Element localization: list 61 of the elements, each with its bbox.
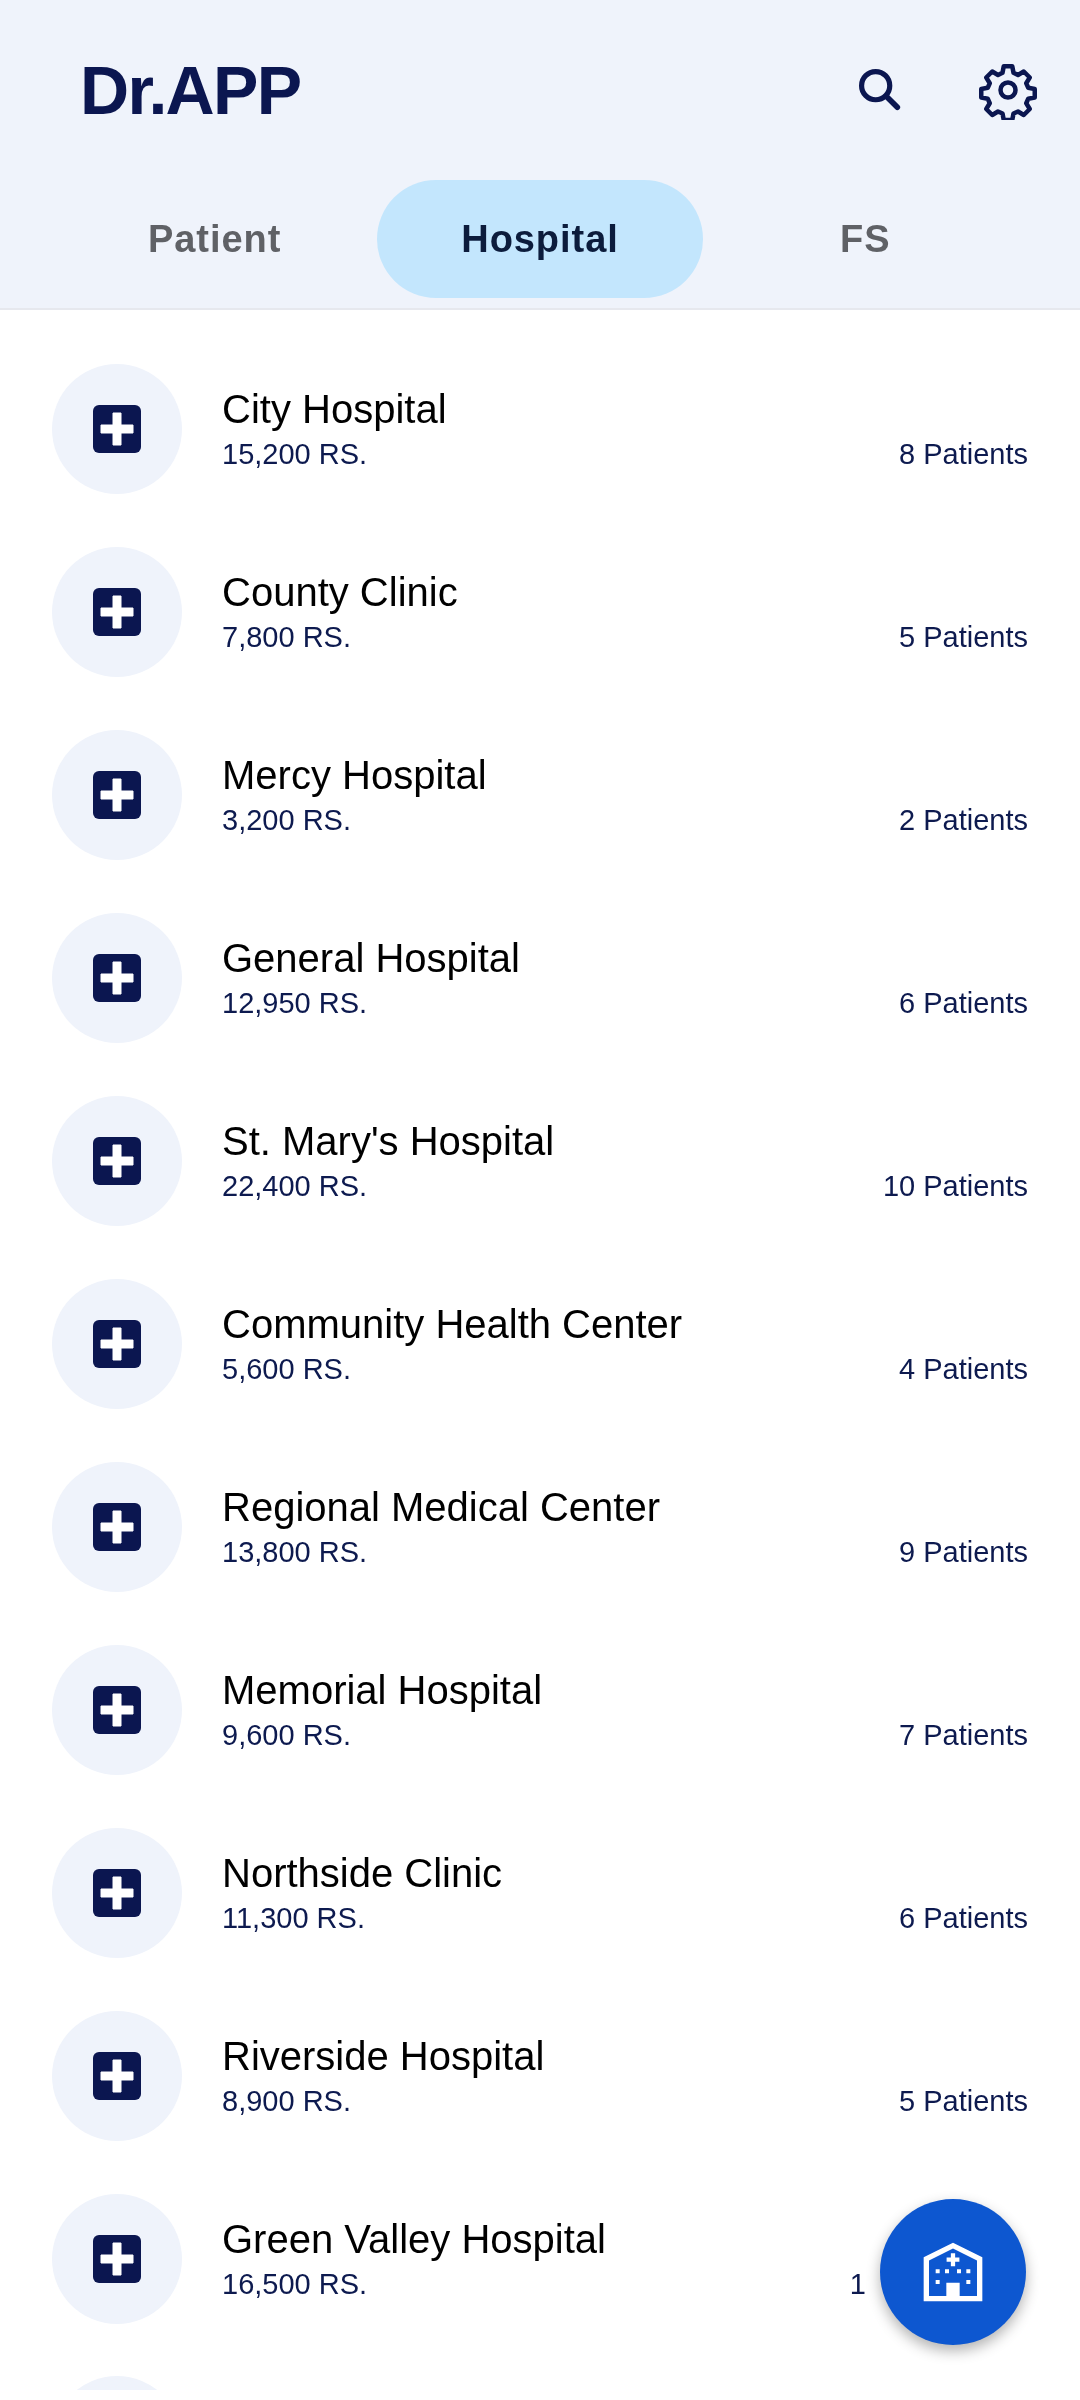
medical-cross-icon [93,1868,141,1917]
amount-text: 13,800 RS. [222,1534,368,1570]
add-hospital-button[interactable] [880,2199,1026,2345]
amount-text: 3,200 RS. [222,802,351,838]
hospital-name: Community Health Center [222,1300,684,1348]
medical-cross-icon [93,770,141,819]
medical-cross-icon [93,1136,141,1185]
tab[interactable]: Patient [52,180,378,298]
hospital-row[interactable]: Northside Clinic 11,300 RS. 6 Patients [0,1801,1080,1984]
tab[interactable]: Hospital [377,180,703,298]
patient-count: 6 Patients [899,985,1028,1021]
amount-text: 7,800 RS. [222,619,351,655]
hospital-row[interactable]: St. Mary's Hospital 22,400 RS. 10 Patients [0,1069,1080,1252]
hospital-row[interactable]: Community Health Center 5,600 RS. 4 Patients [0,1252,1080,1435]
amount-text: 5,600 RS. [222,1351,351,1387]
patient-count: 4 Patients [899,1351,1028,1387]
patient-count: 8 Patients [899,436,1028,472]
hospital-row[interactable]: City Hospital 15,200 RS. 8 Patients [0,337,1080,520]
patient-count: 6 Patients [899,1900,1028,1936]
medical-cross-icon [93,587,141,636]
hospital-row[interactable]: County Clinic 7,800 RS. 5 Patients [0,520,1080,703]
amount-text: 16,500 RS. [222,2266,368,2302]
amount-text: 8,900 RS. [222,2083,351,2119]
hospital-row[interactable]: Riverside Hospital 8,900 RS. 5 Patients [0,1984,1080,2167]
hospital-row[interactable]: Memorial Hospital 9,600 RS. 7 Patients [0,1618,1080,1801]
patient-count: 10 Patients [882,1168,1028,1204]
patient-count: 1 [849,2266,866,2302]
hospital-icon [921,2240,985,2304]
medical-cross-icon [93,1502,141,1551]
hospital-row[interactable]: Mercy Hospital 3,200 RS. 2 Patients [0,703,1080,886]
hospital-name: Mercy Hospital [222,751,488,799]
medical-cross-icon [93,404,141,453]
patient-count: 2 Patients [899,802,1028,838]
hospital-name: City Hospital [222,385,448,433]
hospital-name: Riverside Hospital [222,2032,546,2080]
amount-text: 9,600 RS. [222,1717,351,1753]
amount-text: 11,300 RS. [222,1900,365,1936]
amount-text: 15,200 RS. [222,436,368,472]
medical-cross-icon [93,2051,141,2100]
medical-cross-icon [93,953,141,1002]
hospital-name: County Clinic [222,568,459,616]
hospital-name: General Hospital [222,934,521,982]
hospital-name: St. Mary's Hospital [222,1117,556,1165]
hospital-name: Green Valley Hospital [222,2215,607,2263]
hospital-name: Northside Clinic [222,1849,504,1897]
hospital-row[interactable]: General Hospital 12,950 RS. 6 Patients [0,886,1080,1069]
patient-count: 9 Patients [899,1534,1028,1570]
amount-text: 22,400 RS. [222,1168,368,1204]
hospital-row[interactable]: Regional Medical Center 13,800 RS. 9 Patients [0,1435,1080,1618]
hospital-row[interactable]: Green Valley Hospital 16,500 RS. 1 [0,2167,1080,2350]
app-title: Dr.APP [80,51,301,130]
hospital-name: Memorial Hospital [222,1666,544,1714]
patient-count: 7 Patients [899,1717,1028,1753]
patient-count: 5 Patients [899,619,1028,655]
patient-count: 5 Patients [899,2083,1028,2119]
amount-text: 12,950 RS. [222,985,368,1021]
medical-cross-icon [93,1685,141,1734]
tab[interactable]: FS [702,180,1028,298]
hospital-name: Regional Medical Center [222,1483,661,1531]
medical-cross-icon [93,2234,141,2283]
medical-cross-icon [93,1319,141,1368]
